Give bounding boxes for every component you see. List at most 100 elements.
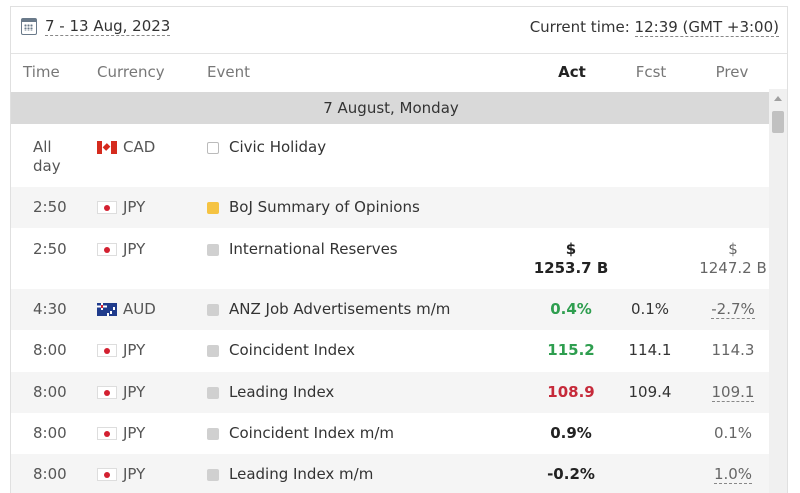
japan-flag-icon [97, 201, 117, 214]
event-name[interactable]: Leading Index m/m [207, 465, 373, 484]
actual-value: 108.9 [547, 383, 595, 401]
currency-code: JPY [123, 465, 146, 483]
event-time: 4:30 [33, 300, 67, 318]
table-row[interactable]: 8:00 JPY Leading Index m/m -0.2% 1.0% [11, 454, 771, 493]
event-currency: JPY [97, 383, 145, 402]
table-row[interactable]: 8:00 JPY Leading Index 108.9 109.4 109.1 [11, 372, 771, 413]
event-time: 2:50 [33, 240, 67, 258]
vertical-scrollbar[interactable] [769, 89, 787, 493]
column-header-actual: Act [558, 63, 586, 81]
importance-low-icon [207, 303, 219, 316]
currency-code: JPY [123, 424, 146, 442]
japan-flag-icon [97, 427, 117, 440]
actual-amount: 1253.7 B [533, 259, 609, 277]
japan-flag-icon [97, 243, 117, 256]
revised-previous[interactable]: 1.0% [713, 465, 753, 484]
previous-currency-symbol: $ [728, 240, 738, 258]
currency-code: JPY [123, 383, 146, 401]
event-title[interactable]: BoJ Summary of Opinions [229, 198, 420, 217]
current-time: Current time: 12:39 (GMT +3:00) [529, 18, 779, 37]
event-title[interactable]: ANZ Job Advertisements m/m [229, 300, 450, 319]
column-header-event: Event [207, 63, 250, 81]
revised-previous[interactable]: 109.1 [711, 383, 755, 402]
currency-code: JPY [123, 341, 146, 359]
event-title[interactable]: Leading Index m/m [229, 465, 373, 484]
previous-value: 0.1% [713, 424, 753, 442]
date-range-picker[interactable]: 7 - 13 Aug, 2023 [21, 17, 171, 36]
japan-flag-icon [97, 386, 117, 399]
previous-value: $ 1247.2 B [695, 240, 771, 278]
actual-value: 115.2 [547, 341, 595, 359]
event-title[interactable]: Coincident Index [229, 341, 355, 360]
event-currency: JPY [97, 341, 145, 360]
importance-medium-icon [207, 201, 219, 214]
importance-low-icon [207, 243, 219, 256]
event-title[interactable]: Coincident Index m/m [229, 424, 394, 443]
previous-value[interactable]: -2.7% [695, 300, 771, 319]
calendar-toolbar: 7 - 13 Aug, 2023 Current time: 12:39 (GM… [11, 7, 787, 53]
day-header: 7 August, Monday [11, 92, 771, 124]
currency-code: AUD [123, 300, 156, 318]
canada-flag-icon [97, 141, 117, 154]
japan-flag-icon [97, 344, 117, 357]
timezone-selector[interactable]: 12:39 (GMT +3:00) [634, 18, 779, 37]
importance-low-icon [207, 427, 219, 440]
importance-low-icon [207, 344, 219, 357]
forecast-value: 0.1% [630, 300, 670, 318]
forecast-value: 109.4 [628, 383, 672, 401]
event-name[interactable]: BoJ Summary of Opinions [207, 198, 420, 217]
forecast-value: 114.1 [628, 341, 672, 359]
previous-amount: 1247.2 B [699, 259, 767, 277]
actual-value: $ 1253.7 B [531, 240, 611, 278]
table-row[interactable]: All day CAD Civic Holiday [11, 126, 771, 187]
actual-value: 0.9% [550, 424, 592, 442]
current-time-label: Current time: [529, 18, 630, 36]
event-currency: JPY [97, 240, 145, 259]
previous-value: 114.3 [711, 341, 755, 359]
previous-value[interactable]: 109.1 [695, 383, 771, 402]
event-name[interactable]: ANZ Job Advertisements m/m [207, 300, 450, 319]
importance-low-icon [207, 386, 219, 399]
importance-none-icon [207, 141, 219, 154]
revised-previous[interactable]: -2.7% [711, 300, 755, 319]
event-time: All day [33, 138, 61, 175]
table-row[interactable]: 8:00 JPY Coincident Index m/m 0.9% 0.1% [11, 413, 771, 454]
event-currency: JPY [97, 424, 145, 443]
event-title[interactable]: International Reserves [229, 240, 398, 259]
table-row[interactable]: 4:30 AUD ANZ Job Advertisements m/m 0.4%… [11, 289, 771, 330]
currency-code: JPY [123, 240, 146, 258]
column-header-currency: Currency [97, 63, 165, 81]
event-name[interactable]: Coincident Index m/m [207, 424, 394, 443]
scroll-up-arrow-icon[interactable] [774, 96, 782, 101]
event-time: 8:00 [33, 341, 67, 359]
actual-value: 0.4% [550, 300, 592, 318]
australia-flag-icon [97, 303, 117, 316]
event-time: 8:00 [33, 383, 67, 401]
table-row[interactable]: 8:00 JPY Coincident Index 115.2 114.1 11… [11, 330, 771, 372]
japan-flag-icon [97, 468, 117, 481]
currency-code: JPY [123, 198, 146, 216]
event-currency: JPY [97, 465, 145, 484]
calendar-icon[interactable] [21, 18, 37, 35]
event-currency: JPY [97, 198, 145, 217]
table-header: Time Currency Event Act Fcst Prev [11, 53, 787, 89]
event-time: 2:50 [33, 198, 67, 216]
event-name[interactable]: Civic Holiday [207, 138, 326, 157]
importance-low-icon [207, 468, 219, 481]
event-currency: CAD [97, 138, 155, 157]
event-title[interactable]: Civic Holiday [229, 138, 326, 157]
actual-currency-symbol: $ [565, 240, 577, 258]
table-row[interactable]: 2:50 JPY BoJ Summary of Opinions [11, 187, 771, 228]
scrollbar-thumb[interactable] [772, 111, 784, 133]
date-range-label[interactable]: 7 - 13 Aug, 2023 [45, 17, 171, 36]
column-header-previous: Prev [715, 63, 749, 81]
column-header-time: Time [23, 63, 60, 81]
currency-code: CAD [123, 138, 156, 156]
event-currency: AUD [97, 300, 156, 319]
event-title[interactable]: Leading Index [229, 383, 334, 402]
event-name[interactable]: International Reserves [207, 240, 398, 259]
previous-value[interactable]: 1.0% [695, 465, 771, 484]
event-name[interactable]: Coincident Index [207, 341, 355, 360]
table-row[interactable]: 2:50 JPY International Reserves $ 1253.7… [11, 228, 771, 289]
event-name[interactable]: Leading Index [207, 383, 334, 402]
